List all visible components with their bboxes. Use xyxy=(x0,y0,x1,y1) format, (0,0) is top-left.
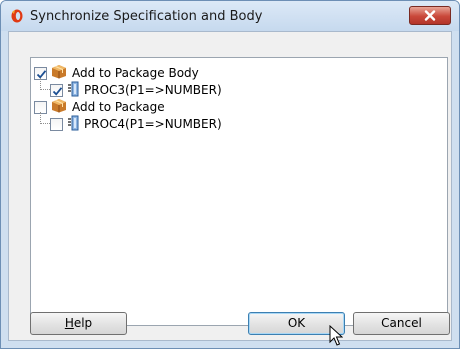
help-mnemonic: H xyxy=(64,316,74,330)
package-label: Add to Package xyxy=(72,100,165,114)
tree-node-package[interactable]: Add to Package xyxy=(34,98,165,116)
close-button[interactable] xyxy=(409,6,451,25)
cancel-button[interactable]: Cancel xyxy=(353,312,450,335)
proc4-checkbox[interactable] xyxy=(50,117,63,131)
proc4-label: PROC4(P1=>NUMBER) xyxy=(84,117,222,131)
procedure-icon xyxy=(67,81,79,100)
package-icon xyxy=(51,98,67,116)
tree-connector xyxy=(40,112,50,124)
help-label: elp xyxy=(73,316,93,330)
package-body-label: Add to Package Body xyxy=(72,66,199,80)
close-icon xyxy=(424,10,436,21)
tree-node-package-body[interactable]: Add to Package Body xyxy=(34,64,199,82)
help-button[interactable]: Help xyxy=(30,312,127,335)
sync-tree[interactable]: Add to Package Body PROC3(P1=>NUMBER) Ad… xyxy=(30,57,448,326)
dialog-body: Add to Package Body PROC3(P1=>NUMBER) Ad… xyxy=(8,31,452,341)
app-icon xyxy=(10,9,24,23)
mouse-cursor-icon xyxy=(329,325,343,346)
package-icon xyxy=(51,64,67,82)
dialog-window: Synchronize Specification and Body Add t… xyxy=(0,0,460,349)
proc3-checkbox[interactable] xyxy=(50,83,63,97)
tree-node-proc3[interactable]: PROC3(P1=>NUMBER) xyxy=(50,81,222,99)
checkmark-icon xyxy=(52,86,63,96)
tree-node-proc4[interactable]: PROC4(P1=>NUMBER) xyxy=(50,115,222,133)
procedure-icon xyxy=(67,115,79,134)
proc3-label: PROC3(P1=>NUMBER) xyxy=(84,83,222,97)
tree-connector xyxy=(40,78,50,90)
title-bar[interactable]: Synchronize Specification and Body xyxy=(1,1,459,31)
window-title: Synchronize Specification and Body xyxy=(30,9,263,24)
